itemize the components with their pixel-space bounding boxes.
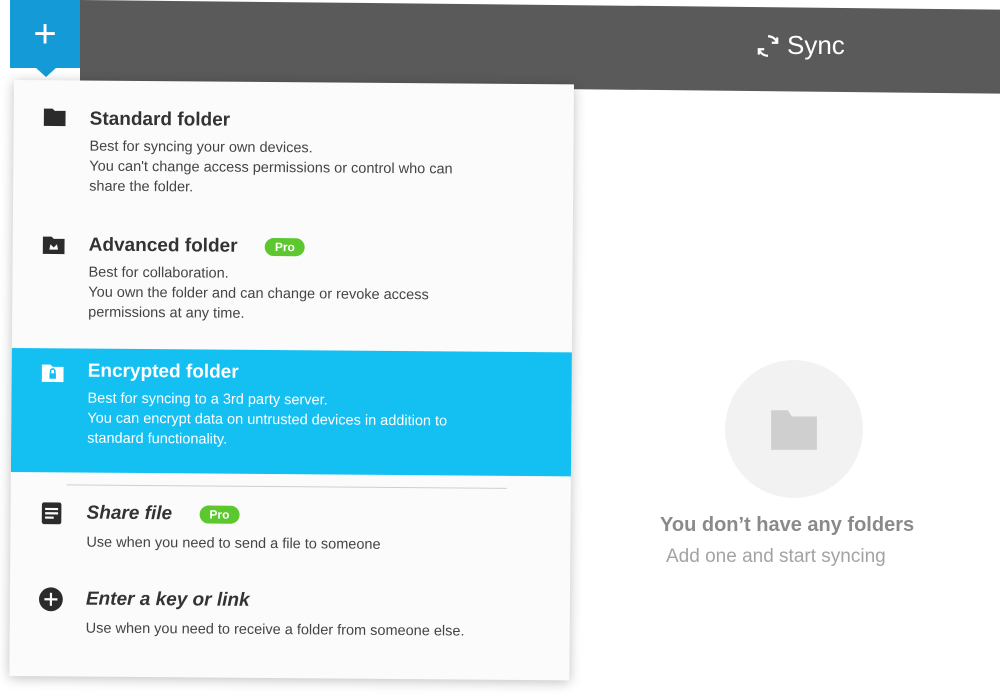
menu-item-enter-key-or-link[interactable]: Enter a key or link Use when you need to… (9, 576, 570, 664)
menu-item-description: Use when you need to receive a folder fr… (85, 620, 465, 640)
sync-icon (757, 34, 779, 57)
pro-badge: Pro (264, 237, 305, 257)
menu-item-title-text: Advanced folder (88, 234, 238, 257)
file-icon (41, 502, 62, 525)
menu-item-description: Best for collaboration. You own the fold… (88, 263, 508, 326)
menu-item-title: Encrypted folder (87, 360, 239, 383)
add-button-caret (35, 67, 57, 77)
lock-folder-icon (41, 364, 64, 383)
crown-folder-icon (42, 236, 65, 255)
sync-tab[interactable]: Sync (755, 30, 845, 61)
empty-state-subtitle: Add one and start syncing (666, 546, 886, 567)
menu-item-title: Share file Pro (87, 503, 240, 526)
menu-item-advanced-folder[interactable]: Advanced folder Pro Best for collaborati… (12, 210, 573, 339)
menu-item-encrypted-folder[interactable]: Encrypted folder Best for syncing to a 3… (10, 347, 572, 477)
menu-item-standard-folder[interactable]: Standard folder Best for syncing your ow… (13, 80, 574, 214)
menu-item-description: Best for syncing to a 3rd party server. … (87, 389, 507, 452)
menu-divider (66, 484, 507, 489)
menu-item-title-text: Share file (86, 502, 173, 525)
empty-state-circle (725, 360, 863, 498)
add-button[interactable]: + (10, 0, 80, 68)
folder-icon (43, 108, 66, 127)
plus-icon: + (33, 12, 57, 56)
plus-circle-icon (39, 587, 63, 612)
pro-badge: Pro (199, 505, 240, 524)
menu-item-description: Best for syncing your own devices. You c… (89, 137, 509, 200)
top-bar (80, 0, 1000, 94)
description-line: share the folder. (89, 178, 194, 196)
description-line: standard functionality. (87, 430, 228, 448)
menu-item-description: Use when you need to send a file to some… (86, 534, 381, 553)
description-line: permissions at any time. (88, 304, 245, 322)
menu-item-share-file[interactable]: Share file Pro Use when you need to send… (10, 490, 571, 574)
folder-icon (771, 410, 817, 450)
menu-item-title: Standard folder (89, 108, 231, 131)
menu-item-title: Advanced folder Pro (89, 235, 305, 259)
sync-label: Sync (787, 30, 845, 60)
empty-state-title: You don’t have any folders (660, 514, 915, 536)
add-folder-menu: Standard folder Best for syncing your ow… (9, 80, 574, 681)
menu-item-title: Enter a key or link (85, 588, 250, 611)
